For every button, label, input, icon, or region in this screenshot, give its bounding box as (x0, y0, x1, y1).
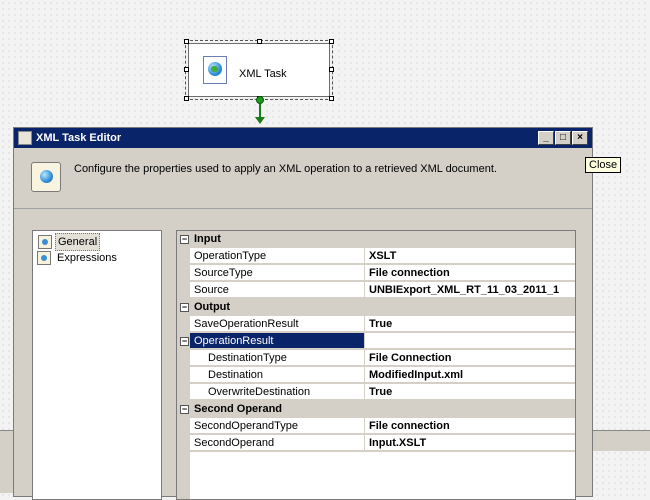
tree-item-general[interactable]: General (38, 233, 101, 251)
page-icon (37, 251, 51, 265)
dialog-title: XML Task Editor (36, 132, 122, 144)
property-name: DestinationType (208, 352, 287, 364)
collapse-icon[interactable]: − (180, 337, 189, 346)
property-row-second-operand[interactable]: SecondOperand Input.XSLT (177, 435, 575, 452)
dialog-icon (18, 131, 32, 145)
resize-handle[interactable] (184, 39, 189, 44)
task-label: XML Task (239, 68, 287, 80)
property-row-source-type[interactable]: SourceType File connection (177, 265, 575, 282)
property-row-source[interactable]: Source UNBIExport_XML_RT_11_03_2011_1 (177, 282, 575, 299)
tree-item-label: Expressions (57, 252, 117, 264)
dialog-header: Configure the properties used to apply a… (14, 148, 592, 209)
property-name: SecondOperandType (194, 420, 298, 432)
property-name: Destination (208, 369, 264, 381)
property-value[interactable]: XSLT (369, 250, 396, 262)
title-bar[interactable]: XML Task Editor _ □ × (14, 128, 592, 148)
property-value[interactable]: True (369, 318, 392, 330)
resize-handle[interactable] (329, 96, 334, 101)
background-panel (0, 430, 13, 493)
resize-handle[interactable] (257, 39, 262, 44)
category-second-operand[interactable]: − Second Operand (177, 401, 575, 418)
tree-item-label: General (58, 236, 98, 248)
resize-handle[interactable] (184, 96, 189, 101)
property-value[interactable]: UNBIExport_XML_RT_11_03_2011_1 (369, 284, 559, 296)
property-value[interactable]: True (369, 386, 392, 398)
collapse-icon[interactable]: − (180, 405, 189, 414)
resize-handle[interactable] (329, 67, 334, 72)
property-row-destination-type[interactable]: DestinationType File Connection (177, 350, 575, 367)
property-name: OverwriteDestination (208, 386, 311, 398)
xml-task-editor-dialog: XML Task Editor _ □ × Configure the prop… (13, 127, 593, 500)
header-description: Configure the properties used to apply a… (74, 163, 497, 175)
minimize-button[interactable]: _ (538, 131, 554, 145)
grid-empty-area (177, 452, 575, 499)
property-name: OperationResult (194, 335, 274, 347)
background-panel (593, 430, 650, 451)
property-row-save-operation-result[interactable]: SaveOperationResult True (177, 316, 575, 333)
precedence-constraint-handle[interactable] (256, 96, 264, 104)
maximize-button[interactable]: □ (555, 131, 571, 145)
property-grid: − Input OperationType XSLT SourceType Fi… (176, 230, 576, 500)
property-name: SourceType (194, 267, 253, 279)
page-icon (38, 235, 52, 249)
resize-handle[interactable] (184, 67, 189, 72)
category-label: Second Operand (194, 403, 283, 415)
property-name: OperationType (194, 250, 267, 262)
property-row-second-operand-type[interactable]: SecondOperandType File connection (177, 418, 575, 435)
close-button[interactable]: × (572, 131, 588, 145)
category-output[interactable]: − Output (177, 299, 575, 316)
collapse-icon[interactable]: − (180, 303, 189, 312)
xml-task-icon (203, 56, 227, 84)
property-name: Source (194, 284, 229, 296)
arrow-down-icon (255, 117, 265, 124)
property-value[interactable]: ModifiedInput.xml (369, 369, 463, 381)
category-input[interactable]: − Input (177, 231, 575, 248)
property-name: SaveOperationResult (194, 318, 299, 330)
property-row-operation-type[interactable]: OperationType XSLT (177, 248, 575, 265)
page-tree: General Expressions (32, 230, 162, 500)
tree-item-expressions[interactable]: Expressions (37, 250, 119, 266)
property-row-destination[interactable]: Destination ModifiedInput.xml (177, 367, 575, 384)
close-tooltip: Close (585, 157, 622, 173)
collapse-icon[interactable]: − (180, 235, 189, 244)
property-value[interactable]: File Connection (369, 352, 452, 364)
xml-task-shape[interactable]: XML Task (184, 39, 334, 101)
property-value[interactable]: File connection (369, 267, 450, 279)
xml-task-icon (31, 162, 61, 192)
property-name: SecondOperand (194, 437, 275, 449)
property-row-operation-result[interactable]: − OperationResult (177, 333, 575, 350)
property-value[interactable]: File connection (369, 420, 450, 432)
grid-margin (177, 452, 190, 499)
property-row-overwrite-destination[interactable]: OverwriteDestination True (177, 384, 575, 401)
category-label: Input (194, 233, 221, 245)
property-value[interactable]: Input.XSLT (369, 437, 426, 449)
category-label: Output (194, 301, 231, 313)
resize-handle[interactable] (329, 39, 334, 44)
